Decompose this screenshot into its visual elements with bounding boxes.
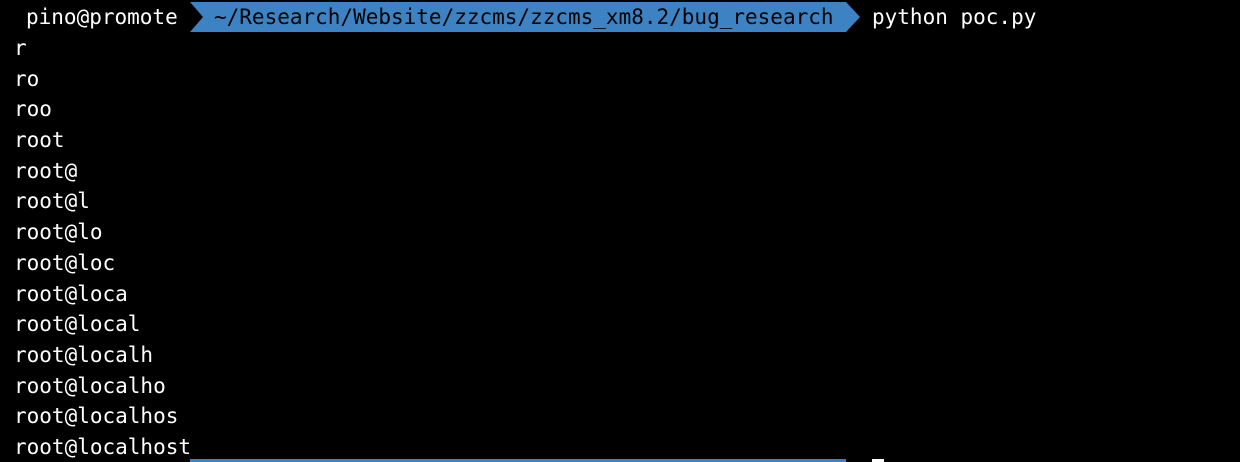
output-line: root@localhost: [14, 434, 192, 459]
output-line: root@local: [14, 312, 141, 337]
prompt-arrow-icon: [846, 2, 860, 32]
terminal-window[interactable]: pino@promote ~/Research/Website/zzcms/zz…: [0, 0, 1240, 462]
output-line: roo: [14, 97, 52, 122]
command-output: r ro roo root root@ root@l root@lo root@…: [14, 33, 191, 462]
prompt-separator-icon: [190, 2, 203, 32]
output-line: ro: [14, 66, 40, 91]
output-line: root@loca: [14, 281, 128, 306]
output-line: root@: [14, 158, 78, 183]
output-line: root@localho: [14, 373, 166, 398]
prompt-command: python poc.py: [872, 5, 1037, 29]
output-line: r: [14, 36, 27, 60]
output-line: root@loc: [14, 250, 116, 275]
output-line: root@l: [14, 189, 90, 214]
output-line: root: [14, 128, 65, 153]
prompt-path: ~/Research/Website/zzcms/zzcms_xm8.2/bug…: [190, 2, 846, 32]
prompt-user-host: pino@promote: [0, 2, 190, 32]
output-line: root@localhos: [14, 404, 179, 429]
shell-prompt: pino@promote ~/Research/Website/zzcms/zz…: [0, 2, 1240, 32]
output-line: root@localh: [14, 342, 154, 367]
output-line: root@lo: [14, 220, 103, 245]
